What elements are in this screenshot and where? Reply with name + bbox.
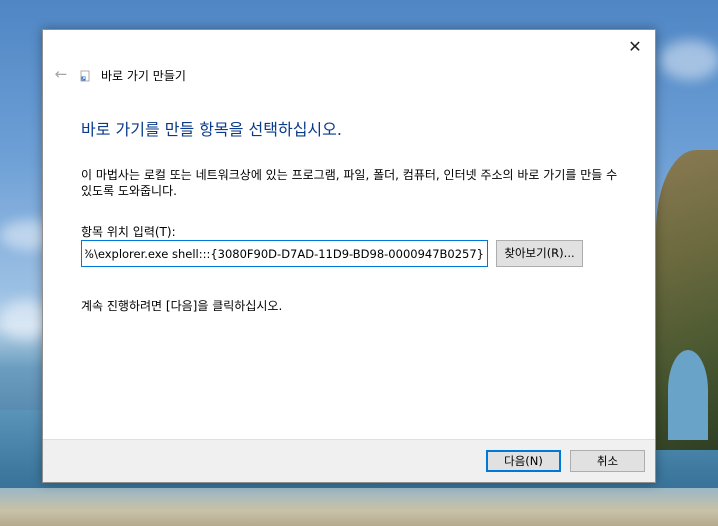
wizard-title: 바로 가기 만들기 bbox=[101, 69, 186, 83]
rock-arch bbox=[668, 350, 708, 440]
cancel-button[interactable]: 취소 bbox=[570, 450, 645, 472]
location-input[interactable] bbox=[81, 240, 488, 267]
dialog-footer: 다음(N) 취소 bbox=[43, 439, 655, 482]
back-arrow-icon: ← bbox=[54, 65, 68, 83]
close-icon: ✕ bbox=[628, 37, 642, 56]
page-heading: 바로 가기를 만들 항목을 선택하십시오. bbox=[81, 120, 342, 139]
location-label: 항목 위치 입력(T): bbox=[81, 225, 176, 239]
close-button[interactable]: ✕ bbox=[623, 36, 647, 58]
shortcut-icon bbox=[80, 70, 90, 82]
instruction-text: 계속 진행하려면 [다음]을 클릭하십시오. bbox=[81, 299, 283, 313]
cloud bbox=[660, 40, 718, 80]
create-shortcut-dialog: ✕ ← 바로 가기 만들기 바로 가기를 만들 항목을 선택하십시오. 이 마법… bbox=[42, 29, 656, 483]
next-button[interactable]: 다음(N) bbox=[486, 450, 561, 472]
back-button[interactable]: ← bbox=[51, 65, 71, 83]
description-text: 이 마법사는 로컬 또는 네트워크상에 있는 프로그램, 파일, 폴더, 컴퓨터… bbox=[81, 168, 618, 198]
beach bbox=[0, 488, 718, 526]
browse-button[interactable]: 찾아보기(R)... bbox=[496, 240, 583, 267]
